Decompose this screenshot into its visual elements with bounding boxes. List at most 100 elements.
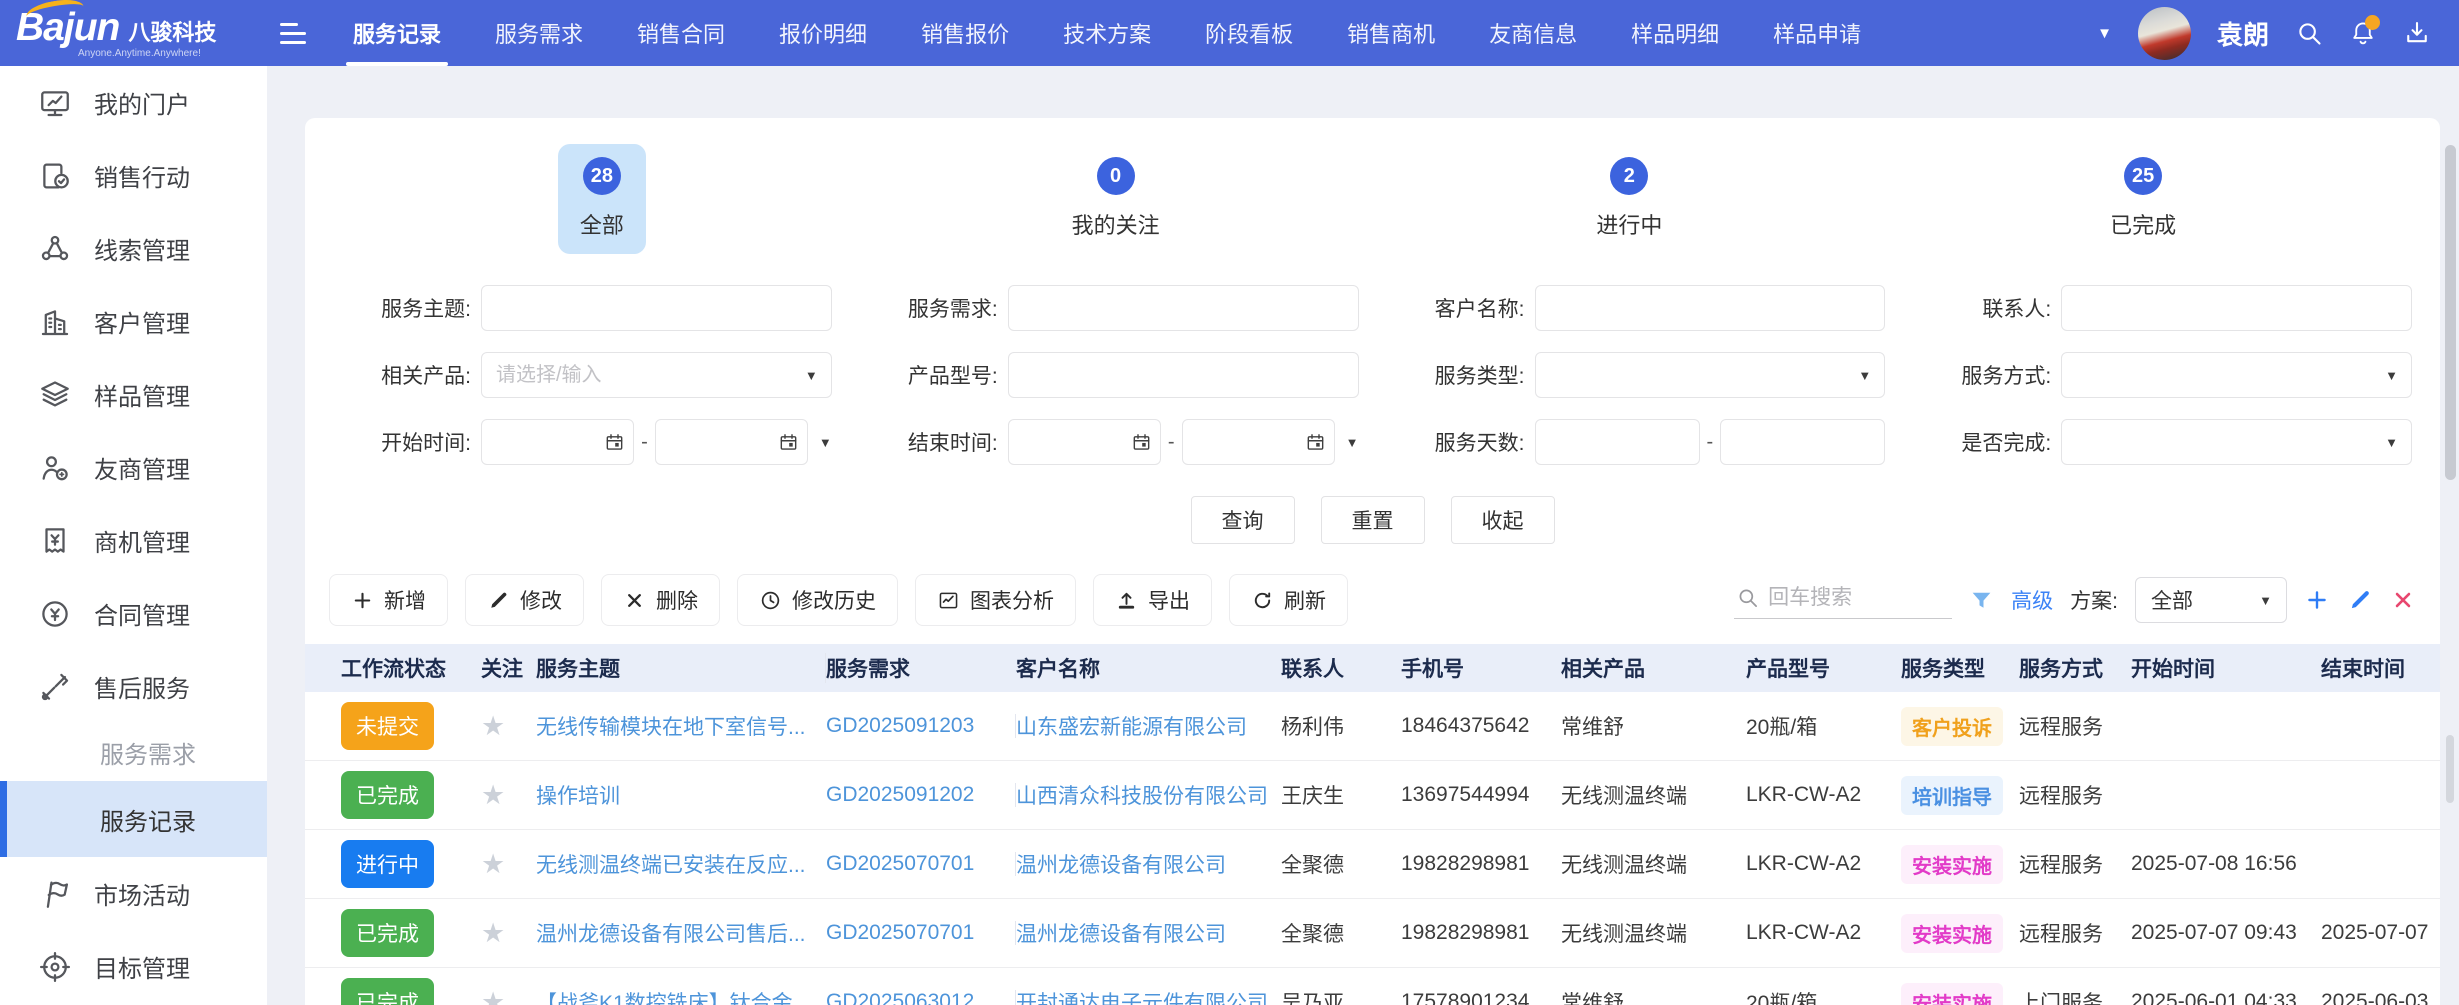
- column-header[interactable]: 服务主题: [536, 653, 826, 683]
- column-header[interactable]: 开始时间: [2131, 653, 2321, 683]
- sidebar-item[interactable]: 目标管理: [0, 930, 267, 1003]
- stat-item[interactable]: 2 进行中: [1373, 144, 1887, 254]
- vertical-scrollbar[interactable]: [2445, 145, 2456, 480]
- column-header[interactable]: 联系人: [1281, 653, 1401, 683]
- toolbar-button[interactable]: 修改历史: [737, 574, 898, 626]
- column-header[interactable]: 工作流状态: [341, 653, 481, 683]
- nav-more-caret-icon[interactable]: ▼: [2097, 25, 2112, 42]
- stat-item[interactable]: 0 我的关注: [859, 144, 1373, 254]
- toolbar-button[interactable]: 图表分析: [915, 574, 1076, 626]
- sidebar-item[interactable]: 合同管理: [0, 577, 267, 650]
- star-icon[interactable]: ★: [481, 711, 505, 741]
- star-icon[interactable]: ★: [481, 780, 505, 810]
- stat-item[interactable]: 25 已完成: [1886, 144, 2400, 254]
- star-icon[interactable]: ★: [481, 918, 505, 948]
- user-name[interactable]: 袁朗: [2217, 15, 2269, 52]
- scheme-select[interactable]: 全部 ▼: [2135, 577, 2287, 623]
- table-row[interactable]: 进行中 ★ 无线测温终端已安装在反应... GD2025070701 温州龙德设…: [305, 830, 2440, 899]
- filter-input[interactable]: [1008, 285, 1359, 331]
- toolbar-button[interactable]: 刷新: [1229, 574, 1348, 626]
- filter-input[interactable]: [1535, 285, 1886, 331]
- column-header[interactable]: 关注: [481, 653, 536, 683]
- filter-action-button[interactable]: 查询: [1191, 496, 1295, 544]
- customer-link[interactable]: 温州龙德设备有限公司: [1016, 918, 1281, 948]
- stat-item[interactable]: 28 全部: [345, 144, 859, 254]
- toolbar-button[interactable]: 修改: [465, 574, 584, 626]
- filter-action-button[interactable]: 收起: [1451, 496, 1555, 544]
- sidebar-item[interactable]: 样品管理: [0, 358, 267, 431]
- sidebar-item[interactable]: 售后服务: [0, 650, 267, 723]
- service-topic-link[interactable]: 操作培训: [536, 780, 826, 810]
- search-icon[interactable]: [2295, 19, 2323, 47]
- table-row[interactable]: 已完成 ★ 【战斧K1数控铣床】钛合金... GD2025063012 开封通达…: [305, 968, 2440, 1005]
- filter-select[interactable]: [2061, 352, 2412, 398]
- filter-input[interactable]: [481, 285, 832, 331]
- column-header[interactable]: 客户名称: [1016, 653, 1281, 683]
- nav-tab[interactable]: 服务记录: [326, 0, 468, 66]
- nav-tab[interactable]: 报价明细: [752, 0, 894, 66]
- sidebar-item[interactable]: 友商管理: [0, 431, 267, 504]
- filter-input[interactable]: [1008, 352, 1359, 398]
- sidebar-item[interactable]: 市场活动: [0, 857, 267, 930]
- request-no-link[interactable]: GD2025091202: [826, 783, 1016, 807]
- table-scrollbar[interactable]: [2446, 735, 2454, 803]
- request-no-link[interactable]: GD2025091203: [826, 714, 1016, 738]
- sidebar-item[interactable]: 服务需求: [0, 723, 267, 781]
- download-icon[interactable]: [2403, 19, 2431, 47]
- toolbar-button[interactable]: 删除: [601, 574, 720, 626]
- service-topic-link[interactable]: 【战斧K1数控铣床】钛合金...: [536, 987, 826, 1005]
- sidebar-item[interactable]: 线索管理: [0, 212, 267, 285]
- table-row[interactable]: 未提交 ★ 无线传输模块在地下室信号... GD2025091203 山东盛宏新…: [305, 692, 2440, 761]
- range-input[interactable]: [1720, 419, 1885, 465]
- add-scheme-icon[interactable]: [2304, 587, 2330, 613]
- date-input[interactable]: [1008, 419, 1161, 465]
- range-input[interactable]: [1535, 419, 1700, 465]
- nav-tab[interactable]: 友商信息: [1462, 0, 1604, 66]
- funnel-icon[interactable]: [1969, 588, 1994, 613]
- filter-input[interactable]: [2061, 285, 2412, 331]
- nav-tab[interactable]: 样品明细: [1604, 0, 1746, 66]
- table-row[interactable]: 已完成 ★ 操作培训 GD2025091202 山西清众科技股份有限公司 王庆生…: [305, 761, 2440, 830]
- date-input[interactable]: [481, 419, 634, 465]
- edit-scheme-icon[interactable]: [2347, 587, 2373, 613]
- date-input[interactable]: [1182, 419, 1335, 465]
- filter-select[interactable]: [2061, 419, 2412, 465]
- column-header[interactable]: 结束时间: [2321, 653, 2440, 683]
- sidebar-item[interactable]: 销售行动: [0, 139, 267, 212]
- toolbar-button[interactable]: 导出: [1093, 574, 1212, 626]
- column-header[interactable]: 服务类型: [1901, 653, 2019, 683]
- request-no-link[interactable]: GD2025070701: [826, 852, 1016, 876]
- quick-search-input[interactable]: [1768, 586, 1950, 610]
- customer-link[interactable]: 温州龙德设备有限公司: [1016, 849, 1281, 879]
- service-topic-link[interactable]: 温州龙德设备有限公司售后...: [536, 918, 826, 948]
- customer-link[interactable]: 山西清众科技股份有限公司: [1016, 780, 1281, 810]
- delete-scheme-icon[interactable]: [2390, 587, 2416, 613]
- customer-link[interactable]: 开封通达电子元件有限公司: [1016, 987, 1281, 1005]
- column-header[interactable]: 相关产品: [1561, 653, 1746, 683]
- toolbar-button[interactable]: 新增: [329, 574, 448, 626]
- sidebar-item[interactable]: 我的门户: [0, 66, 267, 139]
- nav-tab[interactable]: 技术方案: [1036, 0, 1178, 66]
- caret-down-icon[interactable]: ▼: [819, 435, 832, 450]
- filter-select[interactable]: [481, 352, 832, 398]
- nav-tab[interactable]: 阶段看板: [1178, 0, 1320, 66]
- hamburger-icon[interactable]: [280, 23, 306, 44]
- bell-icon[interactable]: [2349, 19, 2377, 47]
- column-header[interactable]: 服务方式: [2019, 653, 2131, 683]
- sidebar-item[interactable]: 服务记录: [0, 781, 267, 857]
- column-header[interactable]: 产品型号: [1746, 653, 1901, 683]
- nav-tab[interactable]: 销售报价: [894, 0, 1036, 66]
- date-input[interactable]: [655, 419, 808, 465]
- column-header[interactable]: 服务需求: [826, 653, 1016, 683]
- filter-action-button[interactable]: 重置: [1321, 496, 1425, 544]
- filter-select[interactable]: [1535, 352, 1886, 398]
- service-topic-link[interactable]: 无线测温终端已安装在反应...: [536, 849, 826, 879]
- nav-tab[interactable]: 销售商机: [1320, 0, 1462, 66]
- nav-tab[interactable]: 服务需求: [468, 0, 610, 66]
- customer-link[interactable]: 山东盛宏新能源有限公司: [1016, 711, 1281, 741]
- request-no-link[interactable]: GD2025063012: [826, 990, 1016, 1005]
- avatar[interactable]: [2138, 7, 2191, 60]
- star-icon[interactable]: ★: [481, 987, 505, 1005]
- star-icon[interactable]: ★: [481, 849, 505, 879]
- table-row[interactable]: 已完成 ★ 温州龙德设备有限公司售后... GD2025070701 温州龙德设…: [305, 899, 2440, 968]
